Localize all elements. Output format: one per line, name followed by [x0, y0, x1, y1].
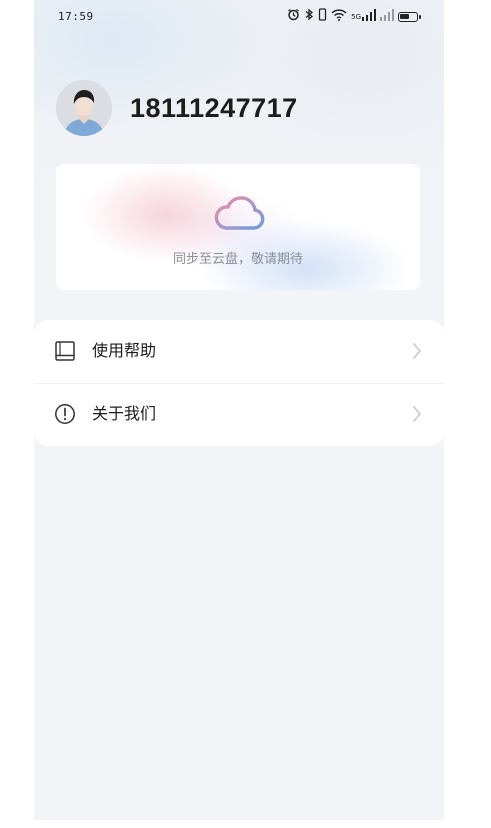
user-phone-number: 18111247717	[130, 93, 298, 123]
signal-icon-secondary	[380, 8, 394, 25]
vibrate-icon	[318, 8, 327, 25]
status-time: 17:59	[58, 10, 94, 23]
avatar[interactable]	[56, 80, 112, 136]
status-icons: 5G	[287, 8, 421, 25]
person-avatar-icon	[56, 80, 112, 136]
menu-item-help[interactable]: 使用帮助	[34, 320, 444, 384]
book-icon	[55, 341, 75, 361]
info-circle-icon	[55, 404, 75, 424]
signal-icon	[362, 8, 376, 25]
menu-item-about[interactable]: 关于我们	[34, 383, 444, 446]
cloud-sync-card[interactable]: 同步至云盘，敬请期待	[56, 164, 420, 290]
status-bar: 17:59 5G	[34, 0, 444, 34]
chevron-right-icon	[413, 343, 421, 359]
alarm-icon	[287, 8, 300, 25]
cloud-icon	[214, 196, 265, 230]
wifi-icon	[331, 8, 347, 25]
menu-item-label: 关于我们	[92, 404, 157, 423]
chevron-right-icon	[413, 406, 421, 422]
settings-menu: 使用帮助 关于我们	[34, 320, 444, 446]
app-screen: 17:59 5G 18111247717 同步至云盘，敬请期待 使用帮助 关于我…	[34, 0, 444, 820]
bluetooth-icon	[304, 8, 314, 25]
network-label: 5G	[351, 12, 361, 21]
cloud-sync-text: 同步至云盘，敬请期待	[172, 252, 303, 267]
menu-item-label: 使用帮助	[92, 341, 157, 360]
battery-icon	[398, 11, 421, 22]
